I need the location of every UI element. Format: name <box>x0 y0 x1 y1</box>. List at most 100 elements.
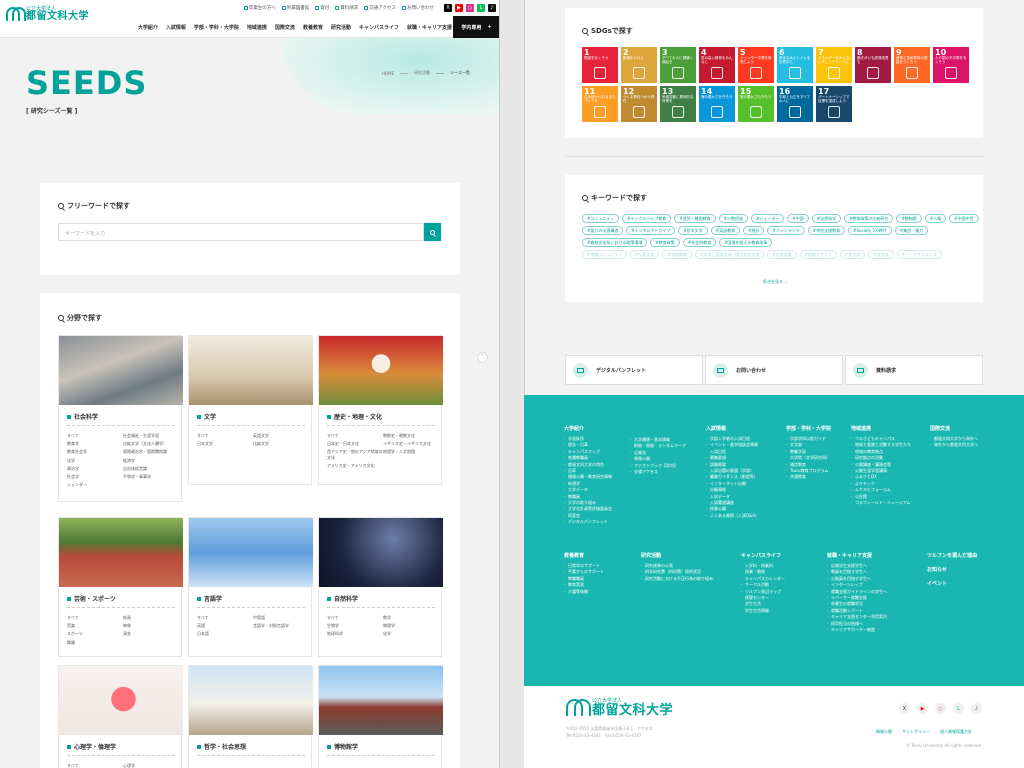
footer-col-title[interactable]: お知らせ <box>927 566 947 574</box>
line-icon[interactable]: L <box>477 4 485 12</box>
footer-link[interactable]: デジタルパンフレット <box>564 519 612 526</box>
field-image[interactable] <box>319 336 443 405</box>
youtube-icon[interactable]: ▶ <box>917 703 928 714</box>
subfield-link[interactable]: ジェンダー <box>67 482 123 487</box>
subfield-link[interactable]: 地理学・人文地理 <box>383 449 439 459</box>
subfield-link[interactable]: 演芸 <box>123 631 179 636</box>
subfield-link[interactable]: 日本語 <box>197 631 253 636</box>
field-image[interactable] <box>189 666 313 735</box>
field-title[interactable]: 哲学・社会思想 <box>197 742 246 751</box>
footer-col-title[interactable]: イベント <box>927 580 947 588</box>
footer-col-title[interactable]: 地域連携 <box>851 425 911 433</box>
quick-contact-button[interactable]: お問い合わせ <box>705 355 843 385</box>
subfield-link[interactable]: すべて <box>67 615 123 620</box>
subfield-link[interactable]: 言語学・対照言語学 <box>253 623 309 628</box>
keyword-tag[interactable]: #Society 5.0時代 <box>848 226 892 235</box>
footer-link[interactable]: 交通アクセス <box>630 469 686 476</box>
subfield-link[interactable]: 数学 <box>383 615 439 620</box>
field-title[interactable]: 芸術・スポーツ <box>67 594 116 603</box>
footer-link[interactable]: 研究活動における不正行為の取り組み <box>641 576 713 583</box>
subfield-link[interactable]: 地球科学 <box>327 631 383 636</box>
x-icon[interactable]: X <box>444 4 452 12</box>
nav-campus-life[interactable]: キャンパスライフ <box>359 24 399 31</box>
subfield-link[interactable]: 教育学 <box>67 441 123 446</box>
tiktok-icon[interactable]: ♪ <box>488 4 496 12</box>
subfield-link[interactable]: 比較文学 <box>253 441 309 446</box>
field-card-5[interactable]: 言語学 すべて 中国語 英語 言語学・対照言語学 日本語 <box>188 517 313 657</box>
subfield-link[interactable]: 日本史・日本文化 <box>327 441 383 446</box>
footer-col-title[interactable]: 就職・キャリア支援 <box>827 552 887 560</box>
footer-link[interactable]: 海外から都留文科大学へ <box>930 442 978 449</box>
nav-faculties[interactable]: 学部・学科・大学院 <box>194 24 239 31</box>
tiktok-icon[interactable]: ♪ <box>971 703 982 714</box>
field-title[interactable]: 言語学 <box>197 594 222 603</box>
subfield-link[interactable]: 経済学 <box>123 458 179 463</box>
subfield-link[interactable]: 英語文学 <box>253 433 309 438</box>
subfield-link[interactable]: 日本文学 <box>197 441 253 446</box>
field-card-4[interactable]: 芸術・スポーツ すべて 絵画 音楽 映像 スポーツ 演芸 舞踊 <box>58 517 183 657</box>
subfield-link[interactable]: 朝鮮史・朝鮮文化 <box>383 433 439 438</box>
keyword-tag[interactable]: #学校教育 <box>662 250 692 259</box>
keyword-tag[interactable]: #国境を超える教育改革 <box>719 238 773 247</box>
subfield-link[interactable]: アメリカ史・アメリカ文化 <box>327 463 383 468</box>
subfield-link[interactable]: 音楽 <box>67 623 123 628</box>
breadcrumb-research[interactable]: 研究活動 <box>414 70 430 76</box>
util-alumni-link[interactable]: 卒業生の方へ <box>243 5 276 11</box>
keyword-tag[interactable]: #自治体 <box>868 250 894 259</box>
subfield-link[interactable]: 比較文学（文化人類学） <box>123 441 179 446</box>
keyword-tag[interactable]: #デジタルアーカイブ <box>626 226 676 235</box>
subfield-link[interactable]: 生物学 <box>327 623 383 628</box>
subfield-link[interactable]: 物理学 <box>383 623 439 628</box>
field-title[interactable]: 歴史・地理・文化 <box>327 412 382 421</box>
sdg-goal-1[interactable]: 1 貧困をなくそう <box>582 47 618 83</box>
field-card-9[interactable]: 博物館学 <box>318 665 443 768</box>
subfield-link[interactable]: すべて <box>327 615 383 620</box>
field-card-1[interactable]: 社会科学 すべて 社会福祉・生涯学習 教育学 比較文学（文化人類学） 教育社会学 国際政治学… <box>58 335 183 502</box>
footer-link[interactable]: キャリアサポーター制度 <box>827 627 887 634</box>
keyword-tag[interactable]: #哲学文学 <box>678 226 708 235</box>
field-card-6[interactable]: 自然科学 すべて 数学 生物学 物理学 地球科学 化学 <box>318 517 443 657</box>
subfield-link[interactable]: 英語 <box>197 623 253 628</box>
nav-community[interactable]: 地域連携 <box>247 24 267 31</box>
quick-request-button[interactable]: 資料請求 <box>845 355 983 385</box>
quick-pamphlet-button[interactable]: デジタルパンフレット <box>565 355 703 385</box>
field-title[interactable]: 自然科学 <box>327 594 358 603</box>
subfield-link[interactable]: 法学 <box>67 458 123 463</box>
instagram-icon[interactable]: ○ <box>935 703 946 714</box>
keyword-tag[interactable]: #途労・貧困教育 <box>674 214 716 223</box>
sdg-goal-13[interactable]: 13 気候変動に具体的な対策を <box>660 86 696 122</box>
subfield-link[interactable]: 心理学 <box>123 763 179 768</box>
subfield-link[interactable]: 社会福祉・生涯学習 <box>123 433 179 438</box>
sdg-goal-7[interactable]: 7 エネルギーをみんなにそしてクリーンに <box>816 47 852 83</box>
sdg-goal-3[interactable]: 3 すべての人に健康と福祉を <box>660 47 696 83</box>
keyword-tag[interactable]: #中国 <box>787 214 809 223</box>
field-image[interactable] <box>189 518 313 587</box>
nav-international[interactable]: 国際交流 <box>275 24 295 31</box>
instagram-icon[interactable]: ○ <box>466 4 474 12</box>
keyword-tag[interactable]: #コミュニティ <box>582 214 620 223</box>
sdg-goal-6[interactable]: 6 安全な水とトイレを世界中に <box>777 47 813 83</box>
field-title[interactable]: 社会科学 <box>67 412 98 421</box>
footer-col-title[interactable]: 研究活動 <box>641 552 713 560</box>
footer-logo[interactable]: 公立大学法人 都留文科大学 <box>566 699 673 717</box>
subfield-link[interactable]: 政治学 <box>67 466 123 471</box>
keyword-tag[interactable]: #自然科学 <box>811 214 842 223</box>
sdg-goal-17[interactable]: 17 パートナーシップで目標を達成しよう <box>816 86 852 122</box>
subfield-link[interactable]: 絵画 <box>123 615 179 620</box>
x-icon[interactable]: X <box>899 703 910 714</box>
site-logo[interactable]: 公立大学法人 都留文科大学 <box>6 7 89 22</box>
util-request-link[interactable]: 資料請求 <box>335 5 358 11</box>
footer-col-title[interactable]: ツルフンを選んだ理由 <box>927 552 977 560</box>
footer-col-title[interactable]: 国際交流 <box>930 425 978 433</box>
subfield-link[interactable]: すべて <box>67 763 123 768</box>
subfield-link[interactable]: 舞踊 <box>67 640 123 645</box>
nav-about[interactable]: 大学紹介 <box>138 24 158 31</box>
field-card-7[interactable]: 心理学・倫理学 すべて 心理学 <box>58 665 183 768</box>
subfield-link[interactable]: すべて <box>67 433 123 438</box>
util-contact-link[interactable]: お問い合わせ <box>402 5 434 11</box>
field-card-2[interactable]: 文学 すべて 英語文学 日本文学 比較文学 <box>188 335 313 485</box>
util-access-link[interactable]: 交通アクセス <box>364 5 396 11</box>
keyword-search-input[interactable]: キーワードを入力 <box>58 223 424 241</box>
sdg-goal-8[interactable]: 8 働きがいも経済成長も <box>855 47 891 83</box>
footer-link[interactable]: 共通教育 <box>786 474 831 481</box>
